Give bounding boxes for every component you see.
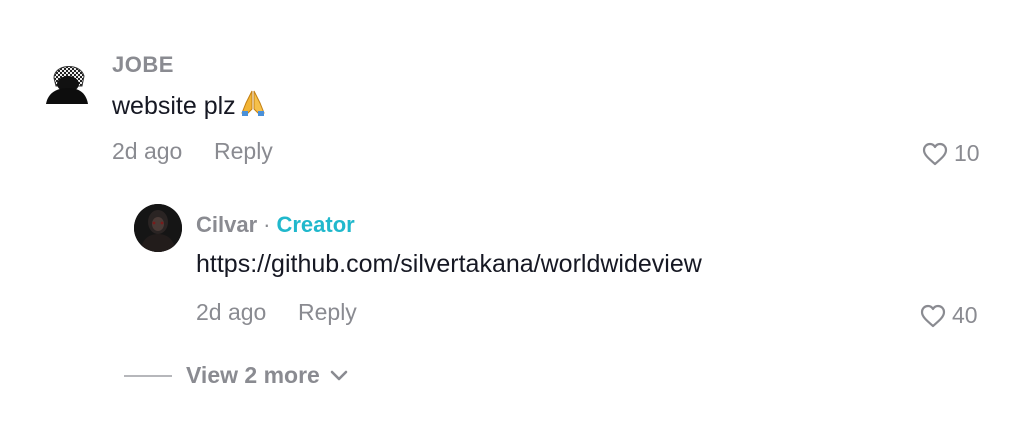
comment-like-count: 10 <box>954 140 980 166</box>
reply-reply-button[interactable]: Reply <box>298 299 357 326</box>
reply-like-count: 40 <box>952 302 978 328</box>
folded-hands-emoji-icon <box>240 89 266 124</box>
heart-icon <box>920 304 946 327</box>
creator-badge: Creator <box>276 212 355 237</box>
creator-avatar-image <box>134 204 182 252</box>
reply-like-button[interactable]: 40 <box>920 302 978 329</box>
comment-text-content: website plz <box>112 92 236 120</box>
reply-text[interactable]: https://github.com/silvertakana/worldwid… <box>196 250 702 279</box>
user-avatar-image <box>46 66 88 104</box>
chevron-down-icon <box>330 370 348 380</box>
avatar[interactable] <box>44 56 90 106</box>
reply-header: Cilvar · Creator <box>196 212 355 238</box>
heart-icon <box>922 142 948 165</box>
divider-line <box>124 374 172 377</box>
reply-timestamp: 2d ago <box>196 299 267 325</box>
reply-username[interactable]: Cilvar <box>196 212 257 238</box>
reply-avatar[interactable] <box>134 204 182 252</box>
comment-timestamp: 2d ago <box>112 138 183 164</box>
view-more-label: View 2 more <box>186 362 320 388</box>
view-more-replies-button[interactable]: View 2 more <box>124 362 348 389</box>
comment-username[interactable]: JOBE <box>112 52 174 78</box>
separator-dot: · <box>263 212 271 237</box>
comment-reply-button[interactable]: Reply <box>214 138 273 165</box>
comment-text: website plz <box>112 89 266 124</box>
comment-like-button[interactable]: 10 <box>922 140 980 167</box>
